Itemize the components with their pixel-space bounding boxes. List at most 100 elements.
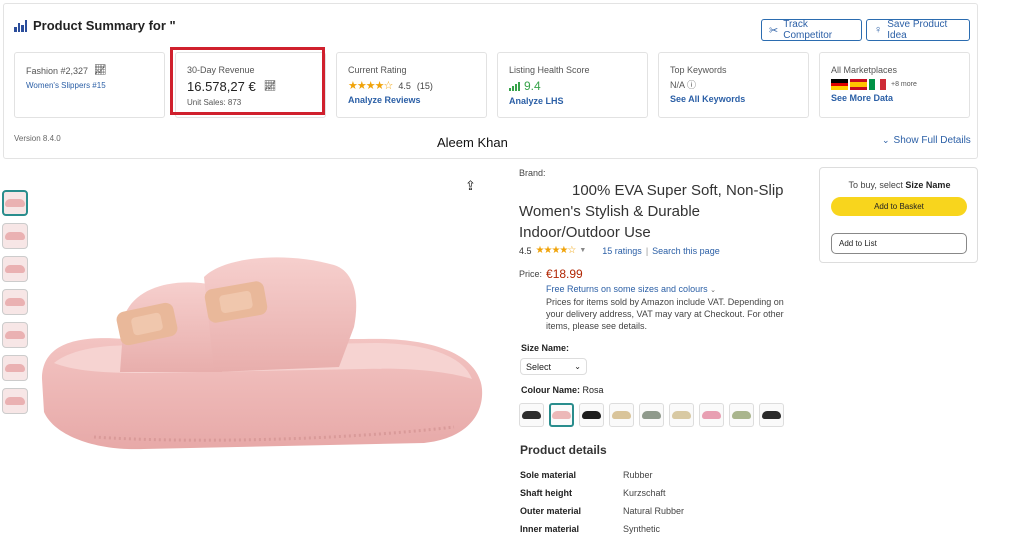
thumbnail-item[interactable] [2,256,28,282]
info-icon[interactable]: ⓘ [687,78,696,91]
lhs-value: 9.4 [524,79,541,93]
trend-line-icon[interactable]: 📈︎ [94,65,107,76]
revenue-label: 30-Day Revenue [187,65,255,75]
italy-flag-icon[interactable] [869,79,887,90]
lhs-row: 9.4 [509,79,636,93]
details-row: Outer material Natural Rubber [520,502,684,520]
sandal-swatch-icon [672,411,691,419]
rating-row: ★★★★☆ 4.5 (15) [348,79,475,92]
more-marketplaces[interactable]: +8 more [891,81,917,88]
share-icon[interactable]: ⇪ [465,178,476,194]
version-label: Version 8.4.0 [14,134,61,143]
rating-label: Current Rating [348,65,407,75]
product-title: 100% EVA Super Soft, Non-Slip Women's St… [519,180,784,243]
sandal-thumbnail-icon [5,364,25,372]
add-to-list-button[interactable]: Add to List [831,233,967,254]
subcategory-rank-link[interactable]: Women's Slippers #15 [26,81,153,90]
colour-swatch[interactable] [699,403,724,427]
colour-swatch[interactable] [759,403,784,427]
details-row: Sole material Rubber [520,466,684,484]
size-select-value: Select [526,361,552,372]
thumbnail-item[interactable] [2,322,28,348]
product-details-table: Sole material Rubber Shaft height Kurzscha… [520,466,684,538]
revenue-card: 30-Day Revenue 16.578,27 € 📈︎ Unit Sales… [175,52,326,118]
buy-box: To buy, select Size Name Add to Basket A… [819,167,978,263]
summary-title: Product Summary for " [33,18,176,33]
buy-note-bold: Size Name [905,180,951,190]
signal-bars-icon [509,81,520,91]
keywords-value: N/A [670,79,686,90]
show-full-details-button[interactable]: ⌄ Show Full Details [882,135,971,146]
crosshair-icon: ✂ [769,24,779,37]
sandal-swatch-icon [702,411,721,419]
show-full-details-label: Show Full Details [893,135,971,146]
main-product-image[interactable] [34,167,492,542]
sandal-swatch-icon [552,411,571,419]
trend-line-icon[interactable]: 📈︎ [264,81,277,92]
rank-card: Fashion #2,327 📈︎ Women's Slippers #15 [14,52,165,118]
colour-swatch[interactable] [609,403,634,427]
details-value: Synthetic [623,524,661,534]
spain-flag-icon[interactable] [850,79,867,90]
thumbnail-item[interactable] [2,388,28,414]
sandal-thumbnail-icon [5,199,25,207]
colour-swatch[interactable] [579,403,604,427]
colour-swatch[interactable] [519,403,544,427]
product-summary-panel: Product Summary for " ✂ Track Competitor… [3,3,978,159]
rank-label-row: Fashion #2,327 📈︎ [26,65,153,76]
price-value: €18.99 [546,267,583,281]
sandal-thumbnail-icon [5,331,25,339]
colour-swatch[interactable] [549,403,574,427]
rating-count: (15) [416,80,433,91]
details-row: Inner material Synthetic [520,520,684,538]
sandal-thumbnail-icon [5,265,25,273]
rating-value: 4.5 [519,245,532,256]
product-details-title: Product details [520,443,607,457]
colour-swatches [519,403,784,427]
colour-swatch[interactable] [639,403,664,427]
see-more-data-link[interactable]: See More Data [831,93,958,103]
see-all-keywords-link[interactable]: See All Keywords [670,94,797,104]
sandal-thumbnail-icon [5,232,25,240]
brand-label: Brand: [519,168,546,178]
thumbnail-item[interactable] [2,223,28,249]
details-row: Shaft height Kurzschaft [520,484,684,502]
thumbnail-strip [2,190,32,421]
star-rating-icon[interactable]: ★★★★☆ [536,245,577,256]
marketplaces-card: All Marketplaces +8 more See More Data [819,52,970,118]
germany-flag-icon[interactable] [831,79,848,91]
marketplaces-label: All Marketplaces [831,65,898,75]
separator: | [645,245,649,256]
track-competitor-button[interactable]: ✂ Track Competitor [761,19,862,41]
rating-card: Current Rating ★★★★☆ 4.5 (15) Analyze Re… [336,52,487,118]
chevron-down-icon[interactable]: ▼ [579,247,586,254]
colour-name-label: Colour Name: [521,385,581,395]
star-rating-icon: ★★★★☆ [348,80,393,92]
rating-value: 4.5 [398,80,411,91]
colour-swatch[interactable] [669,403,694,427]
free-returns-link[interactable]: Free Returns on some sizes and colours ⌄ [546,284,716,294]
revenue-value-row: 16.578,27 € 📈︎ [187,79,314,94]
size-select[interactable]: Select ⌄ [520,358,587,375]
bar-chart-icon [14,19,27,32]
colour-swatch[interactable] [729,403,754,427]
ratings-count-link[interactable]: 15 ratings [602,246,642,256]
add-to-basket-button[interactable]: Add to Basket [831,197,967,216]
thumbnail-item[interactable] [2,289,28,315]
sandal-swatch-icon [642,411,661,419]
thumbnail-item[interactable] [2,355,28,381]
analyze-lhs-link[interactable]: Analyze LHS [509,96,636,106]
pink-sandal-illustration [42,257,483,450]
sandal-thumbnail-icon [5,397,25,405]
chevron-down-icon: ⌄ [574,362,581,371]
buy-note-prefix: To buy, select [848,180,903,190]
search-this-page-link[interactable]: Search this page [652,246,720,256]
details-key: Shaft height [520,488,572,498]
lightbulb-icon: ♀ [874,24,883,36]
thumbnail-item[interactable] [2,190,28,216]
analyze-reviews-link[interactable]: Analyze Reviews [348,95,475,105]
details-value: Rubber [623,470,653,480]
save-product-idea-button[interactable]: ♀ Save Product Idea [866,19,970,41]
rating-summary-row: 4.5 ★★★★☆ ▼ 15 ratings | Search this pag… [519,245,720,256]
top-keywords-card: Top Keywords N/A ⓘ See All Keywords [658,52,809,118]
